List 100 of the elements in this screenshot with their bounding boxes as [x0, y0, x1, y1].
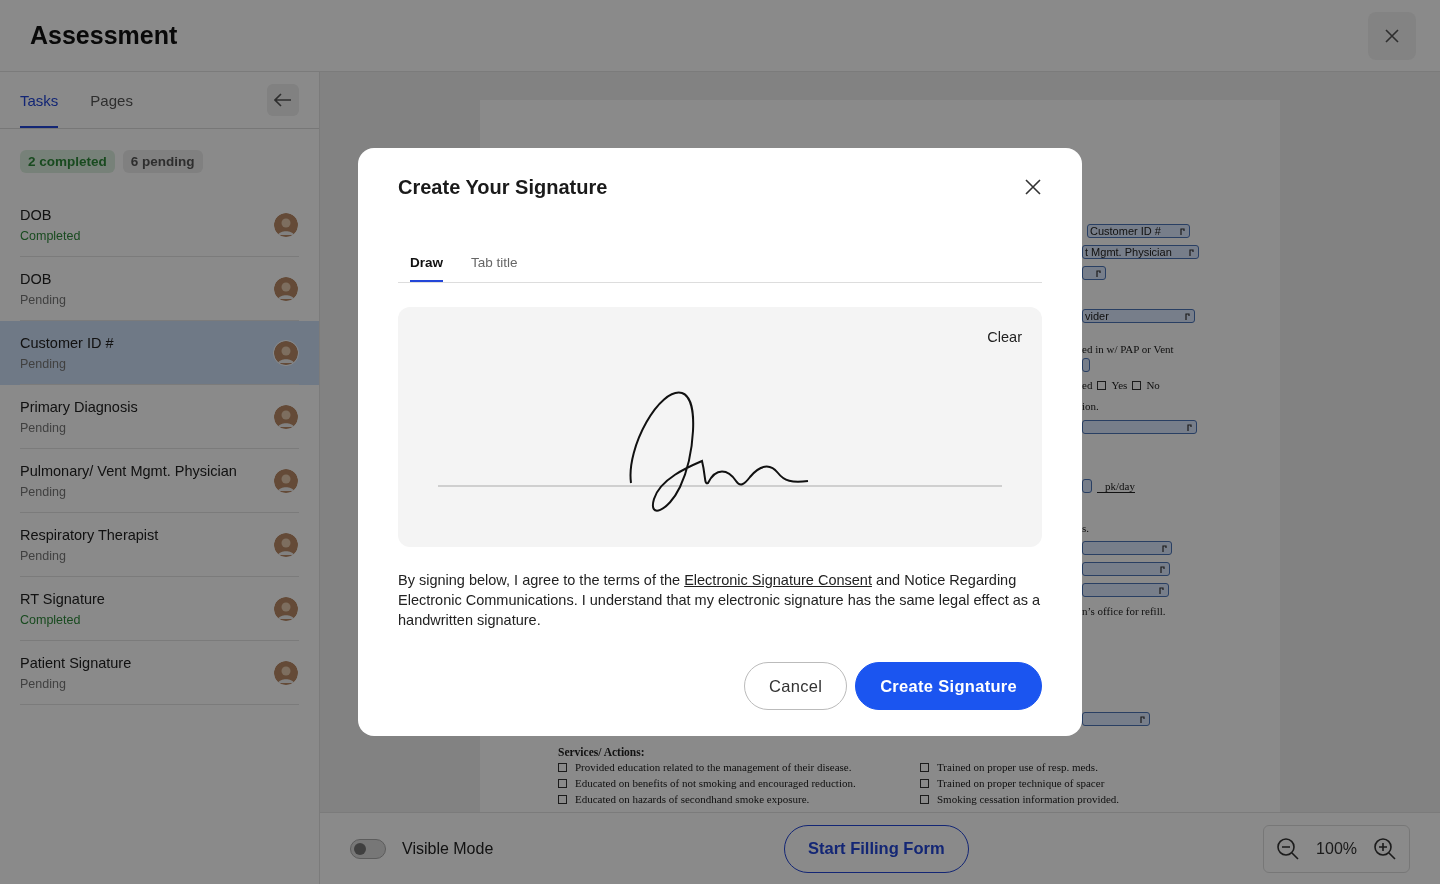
task-item[interactable]: RT Signature Completed — [0, 577, 319, 641]
zoom-in-icon — [1373, 836, 1397, 861]
close-button[interactable] — [1025, 179, 1041, 195]
task-item[interactable]: DOB Pending — [0, 257, 319, 321]
toggle-label: Visible Mode — [402, 839, 494, 858]
task-title: Primary Diagnosis — [20, 399, 139, 415]
field-suffix: pk/day — [1097, 479, 1135, 493]
section-heading: Services/ Actions: — [558, 746, 646, 758]
field-marker-icon — [1162, 544, 1167, 552]
form-field[interactable] — [1082, 420, 1197, 434]
task-title: DOB — [20, 271, 53, 287]
checkbox-label: Yes — [1111, 379, 1128, 391]
form-field[interactable] — [1082, 541, 1172, 555]
zoom-in-button[interactable] — [1373, 836, 1397, 861]
form-field[interactable] — [1082, 266, 1106, 280]
task-title: Pulmonary/ Vent Mgmt. Physician — [20, 463, 238, 479]
task-title: Customer ID # — [20, 335, 115, 351]
checkbox-label: Educated on hazards of secondhand smoke exposure. — [575, 793, 810, 805]
dialog-tab[interactable]: Draw — [410, 245, 443, 282]
task-item[interactable]: Patient Signature Pending — [0, 641, 319, 705]
field-marker-icon — [1160, 565, 1165, 573]
form-field[interactable]: Customer ID # — [1087, 224, 1190, 238]
checkbox[interactable] — [920, 778, 929, 788]
task-status: Completed — [20, 613, 82, 627]
status-count-badge: 6 pending — [122, 150, 203, 173]
task-title: DOB — [20, 207, 53, 223]
zoom-level: 100% — [1316, 839, 1357, 858]
task-status: Completed — [20, 229, 82, 243]
checkbox[interactable] — [920, 762, 929, 772]
dialog-title: Create Your Signature — [398, 175, 608, 199]
form-field[interactable] — [1082, 583, 1169, 597]
checkbox-label: Smoking cessation information provided. — [937, 793, 1120, 805]
document-text: n’s office for refill. — [1082, 605, 1166, 617]
avatar-icon — [273, 276, 299, 302]
zoom-out-icon — [1276, 836, 1301, 861]
checkbox-label: Provided education related to the management of their disease. — [575, 761, 852, 773]
dialog-tab[interactable]: Tab title — [471, 245, 518, 282]
consent-text: By signing below, I agree to the terms of the Electronic Signature Consent and Notice Regarding Electronic Communications. I understand that my electronic signature has the same legal effect as a handwritten signature. — [398, 571, 1042, 630]
start-filling-button[interactable]: Start Filling Form — [784, 824, 969, 873]
task-status: Pending — [20, 357, 67, 371]
form-field[interactable] — [1082, 712, 1150, 726]
sidebar-tab[interactable]: Pages — [90, 72, 133, 128]
document-text: s. — [1082, 522, 1090, 534]
checkbox-label: Trained on proper use of resp. meds. — [937, 761, 1098, 773]
task-title: Patient Signature — [20, 655, 133, 671]
task-title: Respiratory Therapist — [20, 527, 160, 543]
form-field[interactable]: t Mgmt. Physician — [1082, 245, 1199, 259]
form-field[interactable]: vider — [1082, 309, 1195, 323]
avatar-icon — [273, 660, 299, 686]
avatar-icon — [273, 340, 299, 366]
consent-link[interactable]: Electronic Signature Consent — [684, 572, 872, 588]
checkbox-label: Educated on benefits of not smoking and encouraged reduction. — [575, 777, 856, 789]
back-button[interactable] — [267, 84, 299, 116]
signature-pad[interactable]: Clear — [398, 307, 1042, 547]
field-marker-icon — [1187, 423, 1192, 431]
checkbox[interactable] — [558, 762, 567, 772]
task-status: Pending — [20, 485, 67, 499]
task-title: RT Signature — [20, 591, 106, 607]
field-marker-icon — [1180, 227, 1185, 235]
zoom-out-button[interactable] — [1276, 836, 1301, 861]
checkbox[interactable] — [1097, 380, 1107, 390]
document-text: ed in w/ PAP or Vent — [1082, 343, 1174, 355]
page-title: Assessment — [30, 21, 178, 50]
checkbox-label: Trained on proper technique of spacer — [937, 777, 1105, 789]
avatar-icon — [273, 532, 299, 558]
back-arrow-icon — [274, 93, 292, 107]
field-marker-icon — [1140, 715, 1145, 723]
clear-button[interactable]: Clear — [987, 329, 1022, 345]
checkbox-label: No — [1146, 379, 1160, 391]
field-marker-icon — [1185, 312, 1190, 320]
status-count-badge: 2 completed — [20, 150, 115, 173]
task-item[interactable]: Respiratory Therapist Pending — [0, 513, 319, 577]
task-status: Pending — [20, 549, 67, 563]
checkbox[interactable] — [558, 794, 567, 804]
task-item[interactable]: Pulmonary/ Vent Mgmt. Physician Pending — [0, 449, 319, 513]
field-marker-icon — [1189, 248, 1194, 256]
close-icon — [1384, 27, 1400, 44]
field-marker-icon — [1159, 586, 1164, 594]
task-item[interactable]: Customer ID # Pending — [0, 321, 319, 385]
document-text: ed — [1082, 379, 1093, 391]
checkbox[interactable] — [1132, 380, 1142, 390]
form-field[interactable] — [1082, 562, 1170, 576]
task-status: Pending — [20, 421, 67, 435]
task-item[interactable]: Primary Diagnosis Pending — [0, 385, 319, 449]
avatar-icon — [273, 468, 299, 494]
task-status: Pending — [20, 677, 67, 691]
avatar-icon — [273, 404, 299, 430]
cancel-button[interactable]: Cancel — [744, 662, 848, 710]
document-text: ion. — [1082, 400, 1099, 412]
create-signature-button[interactable]: Create Signature — [855, 662, 1042, 710]
task-status: Pending — [20, 293, 67, 307]
task-item[interactable]: DOB Completed — [0, 193, 319, 257]
sidebar-tab[interactable]: Tasks — [20, 72, 59, 128]
toggle-switch[interactable] — [350, 838, 386, 859]
checkbox[interactable] — [558, 778, 567, 788]
checkbox[interactable] — [920, 794, 929, 804]
avatar-icon — [273, 596, 299, 622]
field-marker-icon — [1096, 269, 1101, 277]
close-icon — [1025, 179, 1041, 195]
avatar-icon — [273, 212, 299, 238]
